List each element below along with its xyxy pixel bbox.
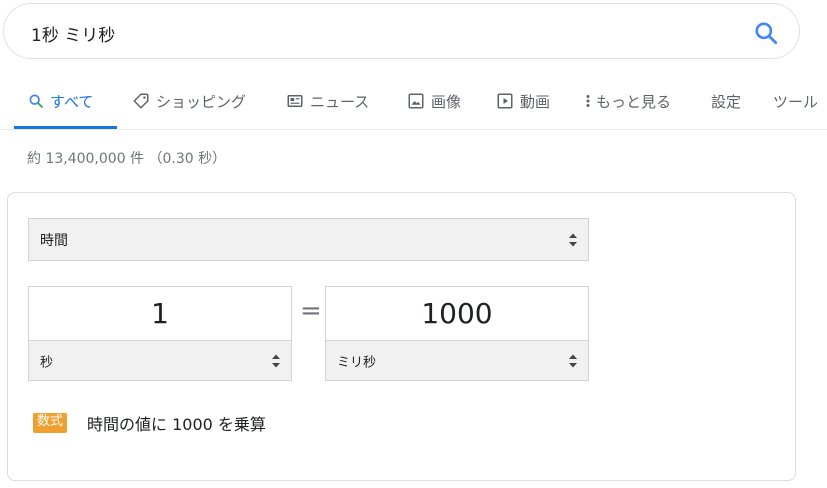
tab-more[interactable]: もっと見る [583, 90, 671, 112]
video-icon [496, 92, 514, 110]
formula-row: 数式 時間の値に 1000 を乗算 [33, 411, 266, 435]
tab-shopping[interactable]: ショッピング [132, 90, 246, 112]
news-icon [286, 92, 304, 110]
search-icon [28, 93, 44, 109]
tab-label: すべて [50, 92, 94, 111]
to-unit-label: ミリ秒 [337, 355, 377, 370]
from-unit-select[interactable]: 秒 [28, 340, 292, 381]
tab-label: 画像 [431, 92, 462, 111]
result-stats: 約 13,400,000 件 （0.30 秒） [27, 151, 227, 167]
select-arrows-icon [271, 353, 281, 369]
select-arrows-icon [568, 232, 578, 248]
search-icon[interactable] [753, 20, 779, 46]
tab-videos[interactable]: 動画 [496, 90, 550, 112]
category-label: 時間 [40, 232, 68, 249]
tab-tools[interactable]: ツール [773, 90, 818, 112]
search-bar[interactable]: 1秒 ミリ秒 [3, 3, 800, 59]
select-arrows-icon [568, 353, 578, 369]
tab-settings[interactable]: 設定 [711, 90, 741, 112]
tab-label: ショッピング [156, 92, 247, 111]
from-unit-box: 秒 [28, 286, 292, 381]
search-query[interactable]: 1秒 ミリ秒 [31, 21, 115, 46]
tab-label: 動画 [520, 92, 551, 111]
tab-news[interactable]: ニュース [286, 90, 369, 112]
formula-badge: 数式 [33, 413, 68, 433]
formula-text: 時間の値に 1000 を乗算 [87, 415, 266, 434]
tab-label: ニュース [310, 92, 370, 111]
to-unit-box: ミリ秒 [325, 286, 589, 381]
to-value-input[interactable] [326, 287, 588, 339]
search-tabs: すべて ショッピング ニュース 画像 動画 もっと見る 設定 ツール [0, 60, 827, 130]
tab-label: ツール [773, 92, 819, 111]
image-icon [407, 92, 425, 110]
to-unit-select[interactable]: ミリ秒 [325, 340, 589, 381]
divider [0, 129, 827, 130]
equals-sign: = [300, 296, 322, 326]
tab-all[interactable]: すべて [28, 90, 93, 112]
more-vert-icon [583, 92, 593, 110]
category-select[interactable]: 時間 [28, 218, 589, 261]
from-unit-label: 秒 [40, 355, 54, 370]
tab-images[interactable]: 画像 [407, 90, 461, 112]
tab-label: 設定 [711, 92, 742, 111]
from-value-input[interactable] [29, 287, 291, 339]
tag-icon [132, 92, 150, 110]
tab-label: もっと見る [596, 92, 672, 111]
